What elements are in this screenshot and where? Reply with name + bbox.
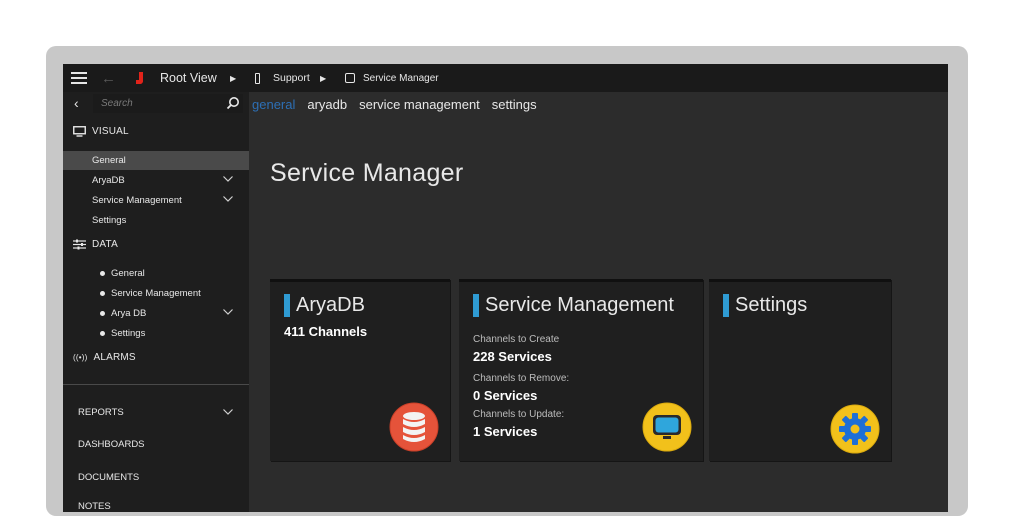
tab-service-management[interactable]: service management: [359, 97, 480, 112]
sidebar-item-dashboards[interactable]: DASHBOARDS: [63, 434, 249, 454]
card-settings[interactable]: Settings: [709, 279, 891, 461]
bullet-icon: [100, 311, 105, 316]
stat-label-update: Channels to Update:: [473, 409, 565, 420]
sidebar-divider: [63, 384, 249, 385]
page-title: Service Manager: [270, 159, 464, 187]
card-service-management[interactable]: Service Management Channels to Create 22…: [459, 279, 703, 461]
broadcast-icon: ((•)): [73, 353, 88, 362]
card-title: Service Management: [485, 294, 674, 316]
sidebar-item-label: Service Management: [92, 195, 182, 206]
stat-value-update: 1 Services: [473, 424, 538, 439]
section-visual[interactable]: VISUAL: [73, 126, 129, 137]
card-header: Settings: [723, 294, 807, 317]
bullet-icon: [100, 291, 105, 296]
top-bar: ← Root View ▶ Support ▶ Service Manager: [63, 64, 948, 92]
section-alarms-label: ALARMS: [93, 352, 136, 363]
card-channel-count: 411 Channels: [284, 324, 368, 339]
tab-general[interactable]: general: [252, 97, 295, 112]
sidebar-item-visual-settings[interactable]: Settings: [63, 211, 249, 230]
bullet-icon: [100, 331, 105, 336]
sidebar-search-row: ‹: [63, 92, 249, 116]
breadcrumb-separator-icon: ▶: [230, 73, 237, 83]
breadcrumb-support[interactable]: Support: [273, 64, 310, 92]
breadcrumb-separator-icon: ▶: [320, 73, 327, 83]
section-data-label: DATA: [92, 239, 118, 250]
stat-label-create: Channels to Create: [473, 334, 560, 345]
sidebar-item-label: NOTES: [78, 500, 111, 512]
sidebar-item-data-settings[interactable]: Settings: [63, 324, 249, 343]
tab-aryadb[interactable]: aryadb: [307, 97, 347, 112]
sidebar-item-label: AryaDB: [92, 175, 125, 186]
sidebar-item-data-arya-db[interactable]: Arya DB: [63, 304, 249, 323]
sidebar-item-reports[interactable]: REPORTS: [63, 402, 249, 422]
hamburger-menu-icon[interactable]: [70, 64, 88, 92]
search-input[interactable]: [93, 94, 243, 113]
card-title: Settings: [735, 294, 808, 316]
card-header: AryaDB: [284, 294, 365, 317]
breadcrumb-root-view[interactable]: Root View: [160, 64, 217, 92]
sidebar-item-label: DASHBOARDS: [78, 438, 145, 450]
sidebar-item-label: Service Management: [111, 288, 201, 299]
back-arrow-icon[interactable]: ←: [101, 64, 116, 92]
chevron-down-icon[interactable]: [223, 196, 233, 202]
monitor-icon: [642, 402, 692, 452]
card-accent-bar: [723, 294, 729, 317]
app-window: ← Root View ▶ Support ▶ Service Manager …: [63, 64, 948, 512]
stat-value-create: 228 Services: [473, 349, 552, 364]
sidebar-item-visual-service-management[interactable]: Service Management: [63, 191, 249, 210]
sidebar-item-label: Settings: [92, 215, 127, 226]
tab-settings[interactable]: settings: [492, 97, 537, 112]
stat-label-remove: Channels to Remove:: [473, 373, 570, 384]
chevron-down-icon[interactable]: [223, 176, 233, 182]
card-accent-bar: [284, 294, 290, 317]
chevron-down-icon[interactable]: [223, 409, 233, 415]
support-icon: [255, 64, 260, 92]
card-title: AryaDB: [296, 294, 365, 316]
bullet-icon: [100, 271, 105, 276]
tab-bar: general aryadb service management settin…: [252, 92, 549, 116]
sidebar-item-visual-aryadb[interactable]: AryaDB: [63, 171, 249, 190]
sidebar-item-visual-general[interactable]: General: [63, 151, 249, 170]
sidebar-item-label: General: [111, 268, 145, 279]
collapse-sidebar-icon[interactable]: ‹: [74, 95, 79, 111]
sidebar-item-notes[interactable]: NOTES: [63, 496, 249, 512]
sidebar-item-label: Settings: [111, 328, 146, 339]
sidebar-item-label: REPORTS: [78, 406, 124, 418]
card-header: Service Management: [473, 294, 674, 317]
root-view-icon: [136, 64, 143, 92]
card-aryadb[interactable]: AryaDB 411 Channels: [270, 279, 450, 461]
gear-icon: [830, 404, 880, 454]
section-data[interactable]: DATA: [73, 239, 118, 250]
sidebar: ‹ VISUAL General AryaDB Service Manageme…: [63, 92, 249, 512]
search-icon[interactable]: [226, 96, 240, 110]
sidebar-item-documents[interactable]: DOCUMENTS: [63, 467, 249, 487]
sidebar-item-data-service-management[interactable]: Service Management: [63, 284, 249, 303]
service-manager-icon: [345, 64, 355, 92]
sidebar-item-label: Arya DB: [111, 308, 147, 319]
breadcrumb-service-manager[interactable]: Service Manager: [363, 64, 439, 92]
section-visual-label: VISUAL: [92, 126, 129, 137]
sliders-icon: [73, 239, 86, 250]
sidebar-item-label: DOCUMENTS: [78, 471, 140, 483]
stat-value-remove: 0 Services: [473, 388, 538, 403]
section-alarms[interactable]: ((•)) ALARMS: [73, 352, 136, 363]
sidebar-item-label: General: [92, 155, 126, 166]
monitor-icon: [73, 126, 86, 137]
card-accent-bar: [473, 294, 479, 317]
sidebar-item-data-general[interactable]: General: [63, 264, 249, 283]
database-icon: [389, 402, 439, 452]
chevron-down-icon[interactable]: [223, 309, 233, 315]
